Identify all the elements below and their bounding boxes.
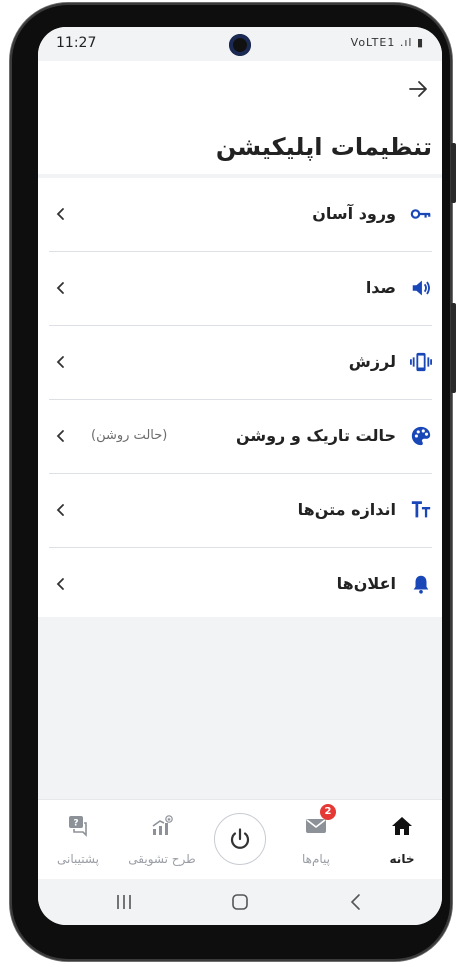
power-side-button xyxy=(451,303,456,393)
settings-item-vibration[interactable]: لرزش xyxy=(49,326,432,400)
status-time: 11:27 xyxy=(56,35,97,51)
settings-item-text-size[interactable]: اندازه متن‌ها xyxy=(49,474,432,548)
settings-item-theme[interactable]: حالت تاریک و روشن (حالت روشن) xyxy=(49,400,432,474)
volume-button xyxy=(451,143,456,203)
settings-item-label: اعلان‌ها xyxy=(336,574,396,593)
nav-rewards[interactable]: طرح تشویقی xyxy=(122,800,202,880)
nav-messages-label: پیام‌ها xyxy=(301,852,331,866)
home-icon xyxy=(392,817,412,835)
vibration-icon xyxy=(410,352,432,372)
support-chat-icon: ? xyxy=(69,816,87,837)
settings-item-label: حالت تاریک و روشن xyxy=(235,426,396,445)
chevron-left-icon xyxy=(56,356,64,368)
chevron-left-icon xyxy=(56,282,64,294)
settings-item-label: لرزش xyxy=(348,352,396,371)
bottom-navigation: خانه 2 پیام‌ها xyxy=(38,799,442,880)
svg-text:?: ? xyxy=(73,819,78,829)
back-system-icon[interactable] xyxy=(344,891,368,913)
settings-item-label: ورود آسان xyxy=(312,204,396,223)
nav-home-label: خانه xyxy=(389,852,415,866)
bell-icon xyxy=(413,575,429,594)
back-arrow-icon[interactable] xyxy=(406,77,430,101)
nav-support[interactable]: ? پشتیبانی xyxy=(38,800,118,880)
system-navigation-bar xyxy=(38,879,442,925)
home-system-icon[interactable] xyxy=(228,891,252,913)
settings-item-label: اندازه متن‌ها xyxy=(297,500,396,519)
front-camera xyxy=(229,34,251,56)
growth-chart-icon xyxy=(152,815,173,835)
chevron-left-icon xyxy=(56,208,64,220)
nav-support-label: پشتیبانی xyxy=(57,852,99,866)
screen: 11:27 VoLTE1 .ıl ▮ تنظیمات اپلیکیشن ورود… xyxy=(38,27,442,925)
recent-apps-icon[interactable] xyxy=(112,891,136,913)
settings-item-notifications[interactable]: اعلان‌ها xyxy=(49,548,432,621)
nav-home[interactable]: خانه xyxy=(362,800,442,880)
nav-messages[interactable]: 2 پیام‌ها xyxy=(276,800,356,880)
key-icon xyxy=(410,209,431,219)
power-button[interactable] xyxy=(214,813,266,865)
chevron-left-icon xyxy=(56,578,64,590)
settings-item-sound[interactable]: صدا xyxy=(49,252,432,326)
page-title: تنظیمات اپلیکیشن xyxy=(215,133,432,161)
text-size-icon xyxy=(411,501,431,518)
chevron-left-icon xyxy=(56,504,64,516)
speaker-icon xyxy=(412,280,430,296)
settings-item-label: صدا xyxy=(365,278,396,297)
messages-badge: 2 xyxy=(320,804,336,820)
status-bar: 11:27 VoLTE1 .ıl ▮ xyxy=(38,27,442,61)
phone-frame: 11:27 VoLTE1 .ıl ▮ تنظیمات اپلیکیشن ورود… xyxy=(10,3,456,961)
status-icons: VoLTE1 .ıl ▮ xyxy=(350,36,424,49)
power-icon xyxy=(230,828,250,849)
settings-page: تنظیمات اپلیکیشن ورود آسان صدا لرزش حالت… xyxy=(38,61,442,617)
settings-list: ورود آسان صدا لرزش حالت تاریک و روشن (حا… xyxy=(38,178,442,621)
theme-current-value: (حالت روشن) xyxy=(91,428,168,443)
nav-rewards-label: طرح تشویقی xyxy=(128,852,196,866)
settings-item-easy-login[interactable]: ورود آسان xyxy=(49,178,432,252)
chevron-left-icon xyxy=(56,430,64,442)
palette-icon xyxy=(411,426,431,446)
